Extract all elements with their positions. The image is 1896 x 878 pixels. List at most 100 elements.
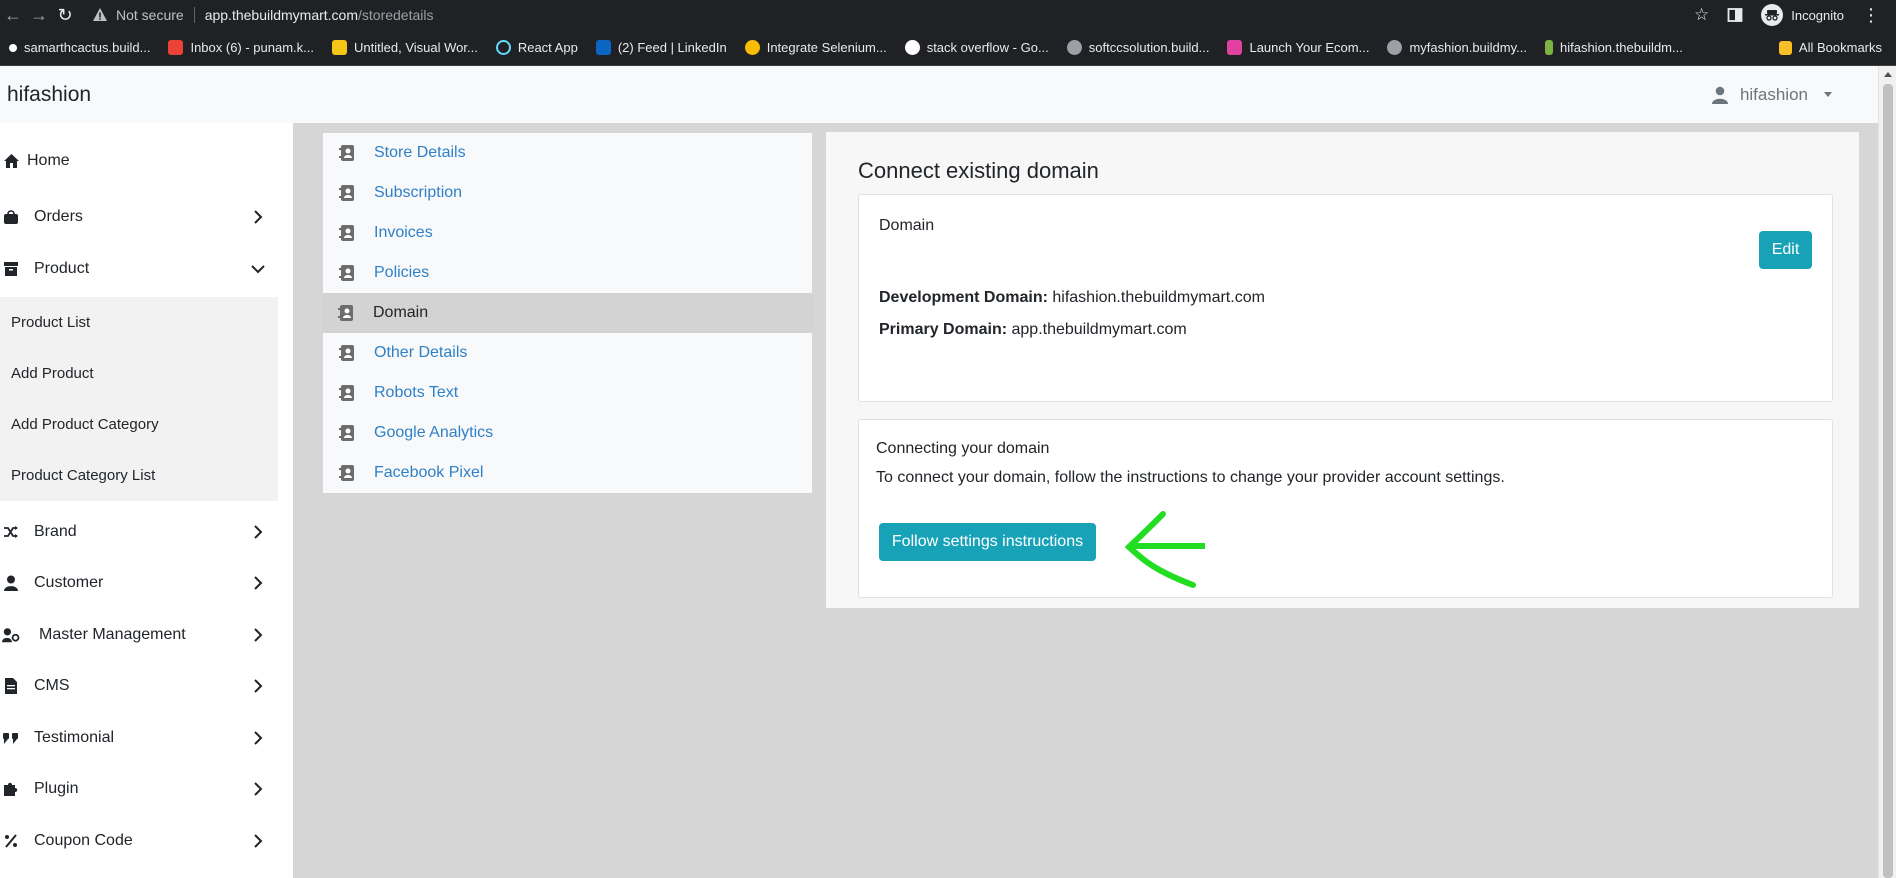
percent-icon xyxy=(2,832,20,850)
side-panel-icon[interactable] xyxy=(1727,7,1743,23)
sidebar-item-label: Brand xyxy=(34,523,77,540)
file-icon xyxy=(2,677,20,695)
bookmark-label: softccsolution.build... xyxy=(1088,40,1210,55)
bookmark-label: Untitled, Visual Wor... xyxy=(354,40,478,55)
globe-icon xyxy=(1066,40,1082,55)
bookmark-item[interactable]: React App xyxy=(487,30,587,66)
bookmark-item[interactable]: stack overflow - Go... xyxy=(896,30,1058,66)
reload-icon[interactable]: ↻ xyxy=(52,2,78,28)
menu-item-robots-text[interactable]: Robots Text xyxy=(323,373,812,413)
user-icon xyxy=(1711,86,1728,104)
quote-icon xyxy=(2,729,20,747)
scroll-up-icon[interactable] xyxy=(1884,72,1892,77)
app-header: hifashion hifashion xyxy=(0,66,1878,123)
bookmark-favicon-icon xyxy=(9,43,17,52)
development-domain-value: hifashion.thebuildmymart.com xyxy=(1052,289,1265,306)
menu-item-other-details[interactable]: Other Details xyxy=(323,333,812,373)
menu-item-subscription[interactable]: Subscription xyxy=(323,173,812,213)
bookmarks-bar: samarthcactus.build... Inbox (6) - punam… xyxy=(0,30,1896,66)
kebab-menu-icon[interactable]: ⋮ xyxy=(1862,5,1880,26)
miro-icon xyxy=(332,40,348,55)
sidebar-item-label: Product xyxy=(34,260,90,277)
sidebar-item-home[interactable]: Home xyxy=(0,141,278,181)
sidebar-item-label: Home xyxy=(27,152,70,169)
menu-item-policies[interactable]: Policies xyxy=(323,253,812,293)
menu-item-store-details[interactable]: Store Details xyxy=(323,133,812,173)
user-menu[interactable]: hifashion xyxy=(1711,84,1832,105)
shuffle-icon xyxy=(2,523,20,541)
bookmark-item[interactable]: Inbox (6) - punam.k... xyxy=(159,30,323,66)
development-domain-row: Development Domain: hifashion.thebuildmy… xyxy=(879,289,1265,307)
sidebar-item-label: Coupon Code xyxy=(34,832,133,849)
hifashion-favicon-icon xyxy=(1544,40,1553,55)
user-name: hifashion xyxy=(1739,84,1808,104)
address-book-icon xyxy=(339,225,354,241)
sidebar-item-testimonial[interactable]: Testimonial xyxy=(0,718,278,758)
caret-down-icon xyxy=(1824,92,1832,97)
bookmark-item[interactable]: hifashion.thebuildm... xyxy=(1536,30,1692,66)
bookmark-item[interactable]: Integrate Selenium... xyxy=(736,30,896,66)
sidebar-item-orders[interactable]: Orders xyxy=(0,197,278,237)
chevron-right-icon xyxy=(254,834,263,848)
submenu-item-add-product-category[interactable]: Add Product Category xyxy=(0,399,278,450)
menu-item-domain[interactable]: Domain xyxy=(322,293,813,333)
address-book-icon xyxy=(339,145,354,161)
scroll-thumb[interactable] xyxy=(1883,84,1893,878)
sidebar-item-label: Master Management xyxy=(39,626,186,643)
bookmark-item[interactable]: Untitled, Visual Wor... xyxy=(323,30,487,66)
primary-domain-label: Primary Domain: xyxy=(879,321,1008,338)
url-host: app.thebuildmymart.com xyxy=(204,7,358,23)
incognito-label: Incognito xyxy=(1791,7,1844,23)
store-favicon-icon xyxy=(1227,40,1243,55)
star-icon[interactable]: ☆ xyxy=(1694,5,1709,25)
brand-name[interactable]: hifashion xyxy=(7,83,91,107)
bookmark-item[interactable]: myfashion.buildmy... xyxy=(1378,30,1536,66)
address-book-icon xyxy=(339,465,354,481)
bookmark-item[interactable]: Launch Your Ecom... xyxy=(1218,30,1378,66)
home-icon xyxy=(2,152,20,170)
bookmark-label: stack overflow - Go... xyxy=(926,40,1049,55)
sidebar-item-product[interactable]: Product xyxy=(0,249,278,289)
bookmark-item[interactable]: (2) Feed | LinkedIn xyxy=(587,30,736,66)
menu-item-facebook-pixel[interactable]: Facebook Pixel xyxy=(323,453,812,493)
sidebar-item-brand[interactable]: Brand xyxy=(0,512,278,552)
address-book-icon xyxy=(338,305,353,321)
submenu-item-add-product[interactable]: Add Product xyxy=(0,348,278,399)
sidebar-item-customer[interactable]: Customer xyxy=(0,563,278,603)
bookmark-label: React App xyxy=(517,40,578,55)
chevron-right-icon xyxy=(254,576,263,590)
follow-settings-instructions-button[interactable]: Follow settings instructions xyxy=(879,523,1096,561)
bookmark-label: hifashion.thebuildm... xyxy=(1559,40,1683,55)
sidebar-item-coupon-code[interactable]: Coupon Code xyxy=(0,821,278,861)
bookmark-item[interactable]: softccsolution.build... xyxy=(1058,30,1219,66)
main-panel: Connect existing domain Domain Edit Deve… xyxy=(826,132,1859,608)
menu-item-label: Google Analytics xyxy=(374,424,494,441)
menu-item-label: Domain xyxy=(373,304,429,321)
incognito-indicator[interactable]: Incognito xyxy=(1761,4,1844,26)
linkedin-icon xyxy=(595,40,611,55)
submenu-item-product-category-list[interactable]: Product Category List xyxy=(0,450,278,501)
user-icon xyxy=(2,574,20,592)
sidebar-item-label: CMS xyxy=(34,677,70,694)
sidebar-item-plugin[interactable]: Plugin xyxy=(0,769,278,809)
back-arrow-icon[interactable]: ← xyxy=(0,2,26,28)
forward-arrow-icon[interactable]: → xyxy=(26,2,52,28)
bookmark-item[interactable]: samarthcactus.build... xyxy=(0,30,159,66)
sidebar-item-cms[interactable]: CMS xyxy=(0,666,278,706)
sidebar-item-master-management[interactable]: Master Management xyxy=(0,615,278,655)
warning-icon xyxy=(93,8,107,21)
edit-button[interactable]: Edit xyxy=(1759,231,1812,269)
submenu-item-product-list[interactable]: Product List xyxy=(0,297,278,348)
menu-item-invoices[interactable]: Invoices xyxy=(323,213,812,253)
browser-toolbar: ← → ↻ Not secure app.thebuildmymart.com /… xyxy=(0,0,1896,30)
bookmark-label: samarthcactus.build... xyxy=(24,40,151,55)
menu-item-label: Subscription xyxy=(374,184,463,201)
page-title: Connect existing domain xyxy=(858,158,1099,183)
folder-icon xyxy=(1778,40,1792,55)
globe-icon xyxy=(1387,40,1403,55)
menu-item-google-analytics[interactable]: Google Analytics xyxy=(323,413,812,453)
address-bar[interactable]: Not secure app.thebuildmymart.com/stored… xyxy=(88,2,1694,28)
page-scrollbar[interactable] xyxy=(1878,66,1896,878)
all-bookmarks[interactable]: All Bookmarks xyxy=(1770,30,1896,66)
address-book-icon xyxy=(339,345,354,361)
